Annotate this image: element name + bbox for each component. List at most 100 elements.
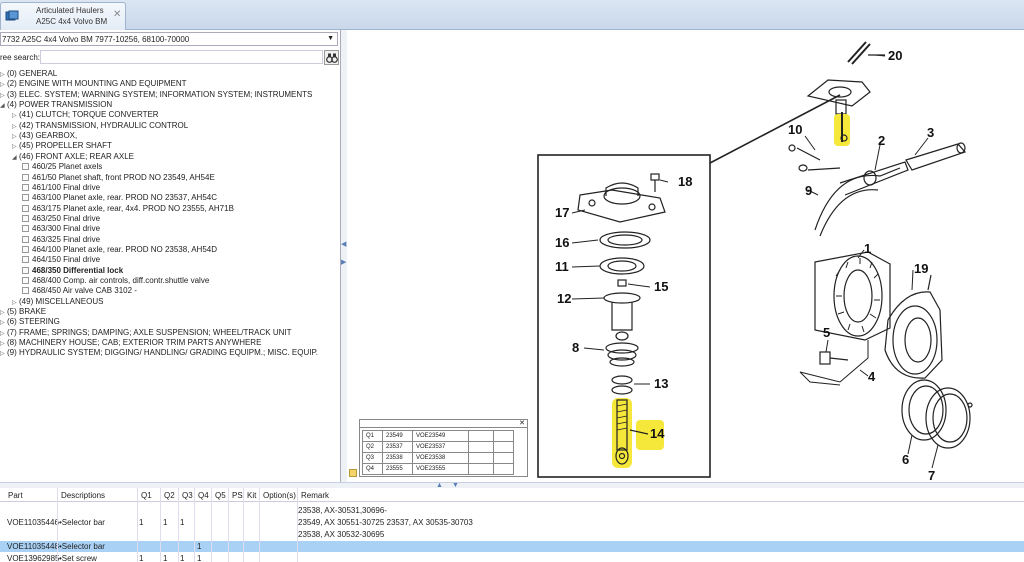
callout-label[interactable]: 9	[805, 183, 812, 198]
tree-node[interactable]: 461/50 Planet shaft, front PROD NO 23549…	[22, 173, 215, 183]
callout-label[interactable]: 10	[788, 122, 802, 137]
legend-row: Q4 23555 VOE23555	[362, 463, 514, 475]
table-row[interactable]: VOE13962985 •Set screw 1 1 1 1	[0, 553, 1024, 562]
callout-label[interactable]: 18	[678, 174, 692, 189]
column-divider	[160, 488, 161, 562]
legend-toggle-button[interactable]	[349, 469, 357, 477]
tree-node[interactable]: ▷ (5) BRAKE	[0, 307, 46, 317]
table-row[interactable]: 23538, AX-30531,30696-	[0, 505, 1024, 517]
collapse-left-icon[interactable]: ◀	[341, 240, 346, 248]
callout-label[interactable]: 8	[572, 340, 579, 355]
tree-node[interactable]: ▷ (7) FRAME; SPRINGS; DAMPING; AXLE SUSPE…	[0, 328, 292, 338]
column-header[interactable]: Q1	[141, 491, 152, 500]
chevron-down-icon[interactable]: ▼	[327, 35, 334, 42]
column-header[interactable]: Part	[8, 491, 23, 500]
column-header[interactable]: Q3	[182, 491, 193, 500]
tree-node[interactable]: ▷ (42) TRANSMISSION, HYDRAULIC CONTROL	[12, 121, 188, 131]
legend-cell	[468, 441, 494, 453]
tree-node-label: 463/250 Final drive	[32, 213, 101, 223]
cell-q4: 1	[197, 554, 202, 562]
column-header[interactable]: Q5	[215, 491, 226, 500]
column-header[interactable]: Kit	[247, 491, 256, 500]
tree-node[interactable]: 460/25 Planet axels	[22, 162, 102, 172]
tree-node[interactable]: 463/250 Final drive	[22, 214, 100, 224]
tree-node[interactable]: ▷ (45) PROPELLER SHAFT	[12, 141, 112, 151]
navigation-panel: 7732 A25C 4x4 Volvo BM 7977-10256, 68100…	[0, 30, 341, 482]
search-input[interactable]	[40, 50, 323, 64]
document-icon	[22, 163, 29, 171]
column-header[interactable]: Remark	[301, 491, 329, 500]
tree-node[interactable]: ◢ (4) POWER TRANSMISSION	[0, 100, 112, 110]
column-header[interactable]: Descriptions	[61, 491, 105, 500]
column-divider	[228, 488, 229, 562]
table-row[interactable]: 23538, AX 30532-30695	[0, 529, 1024, 541]
callout-label[interactable]: 1	[864, 241, 871, 256]
tree-node-label: 460/25 Planet axels	[32, 162, 103, 172]
legend-close-icon[interactable]: ✕	[519, 419, 525, 427]
document-icon	[22, 256, 29, 264]
callout-label[interactable]: 19	[914, 261, 928, 276]
column-header[interactable]: Option(s)	[263, 491, 296, 500]
callout-label[interactable]: 7	[928, 468, 935, 483]
callout-label[interactable]: 2	[878, 133, 885, 148]
tree-node[interactable]: ▷ (43) GEARBOX,	[12, 131, 77, 141]
callout-label[interactable]: 12	[557, 291, 571, 306]
tree-node-label: (43) GEARBOX,	[19, 131, 78, 141]
tree-node[interactable]: ▷ (0) GENERAL	[0, 69, 57, 79]
cell-q4: 1	[197, 542, 202, 551]
legend-row: Q2 23537 VOE23537	[362, 441, 514, 453]
tree-node[interactable]: 464/100 Planet axle, rear. PROD NO 23538…	[22, 245, 217, 255]
tab-close-icon[interactable]: ✕	[113, 9, 121, 20]
legend-table: Q1 23549 VOE23549 Q2 23537 VOE23537 Q3 23538 VOE…	[362, 430, 514, 475]
legend-cell	[493, 463, 514, 475]
tree-node[interactable]: ▷ (8) MACHINERY HOUSE; CAB; EXTERIOR TRIM…	[0, 338, 261, 348]
callout-label[interactable]: 6	[902, 452, 909, 467]
expander-icon[interactable]: ▷	[0, 349, 7, 359]
tree-node[interactable]: ◢ (46) FRONT AXLE; REAR AXLE	[12, 152, 134, 162]
tree-node[interactable]: ▷ (9) HYDRAULIC SYSTEM; DIGGING/ HANDLING…	[0, 348, 318, 358]
callout-label[interactable]: 13	[654, 376, 668, 391]
callout-label[interactable]: 16	[555, 235, 569, 250]
document-icon	[22, 277, 29, 284]
tree-node[interactable]: ▷ (49) MISCELLANEOUS	[12, 297, 103, 307]
callout-label[interactable]: 3	[927, 125, 934, 140]
tree-node-label: (46) FRONT AXLE; REAR AXLE	[19, 151, 135, 161]
model-select[interactable]: 7732 A25C 4x4 Volvo BM 7977-10256, 68100…	[0, 32, 338, 46]
tree-node[interactable]: ▷ (2) ENGINE WITH MOUNTING AND EQUIPMENT	[0, 79, 187, 89]
expander-icon[interactable]: ◢	[0, 101, 7, 111]
callout-label[interactable]: 11	[555, 259, 569, 274]
tree-node[interactable]: 463/300 Final drive	[22, 224, 100, 234]
tree-node[interactable]: 464/150 Final drive	[22, 255, 100, 265]
column-header[interactable]: PS	[232, 491, 243, 500]
tree-node[interactable]: 468/400 Comp. air controls, diff.contr.s…	[22, 276, 209, 286]
callout-label[interactable]: 4	[868, 369, 876, 384]
document-tab[interactable]: Articulated Haulers A25C 4x4 Volvo BM ✕	[0, 2, 126, 30]
tree-node-label: 463/300 Final drive	[32, 224, 101, 234]
tree-node[interactable]: 468/450 Air valve CAB 3102 -	[22, 286, 137, 296]
expand-right-icon[interactable]: ▶	[341, 258, 346, 266]
document-icon	[22, 287, 29, 295]
search-button[interactable]	[324, 50, 339, 65]
tree-node[interactable]: 463/175 Planet axle, rear, 4x4. PROD NO …	[22, 204, 234, 214]
tree-node[interactable]: 461/100 Final drive	[22, 183, 100, 193]
table-row[interactable]: VOE11035446 •Selector bar 1 1 1 23549, AX 305…	[0, 517, 1024, 529]
callout-label[interactable]: 17	[555, 205, 569, 220]
document-icon	[22, 235, 29, 243]
tree-node[interactable]: 463/100 Planet axle, rear. PROD NO 23537…	[22, 193, 217, 203]
tree-node[interactable]: 468/350 Differential lock	[22, 266, 123, 276]
callout-label[interactable]: 5	[823, 325, 830, 340]
callout-label[interactable]: 15	[654, 279, 668, 294]
column-header[interactable]: Q2	[164, 491, 175, 500]
tree-node[interactable]: ▷ (41) CLUTCH; TORQUE CONVERTER	[12, 110, 159, 120]
expander-icon[interactable]: ◢	[12, 153, 19, 163]
tree-node-label: (2) ENGINE WITH MOUNTING AND EQUIPMENT	[7, 79, 187, 89]
callout-label[interactable]: 20	[888, 48, 902, 63]
column-divider	[57, 488, 58, 562]
tree-node[interactable]: ▷ (6) STEERING	[0, 317, 60, 327]
callout-label[interactable]: 14	[650, 426, 665, 441]
tree-node[interactable]: ▷ (3) ELEC. SYSTEM; WARNING SYSTEM; INFOR…	[0, 90, 312, 100]
tab-title-line2: A25C 4x4 Volvo BM	[36, 17, 108, 26]
table-row[interactable]: VOE11035448 •Selector bar 1	[0, 541, 1024, 552]
tree-node[interactable]: 463/325 Final drive	[22, 235, 100, 245]
column-header[interactable]: Q4	[198, 491, 209, 500]
